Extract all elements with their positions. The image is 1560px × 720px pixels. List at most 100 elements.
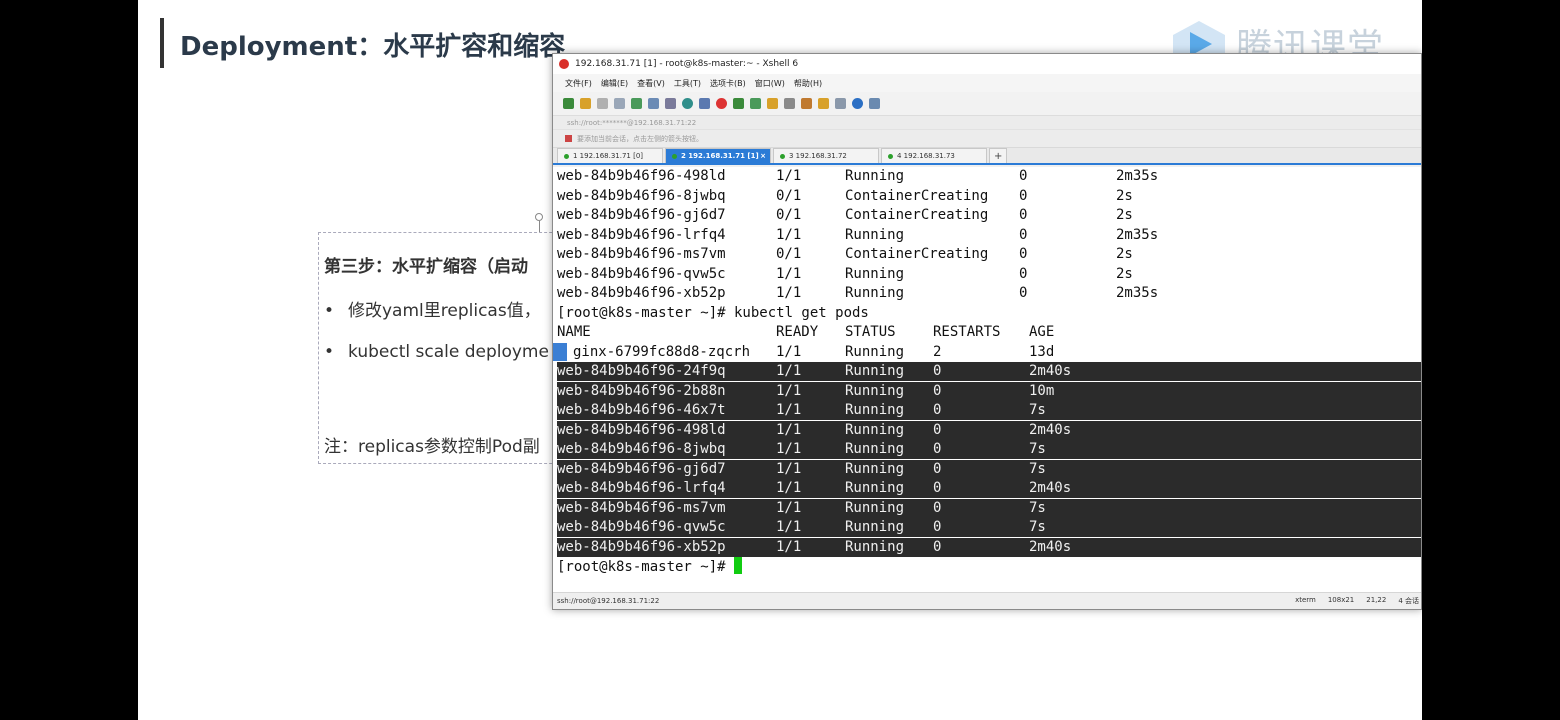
cell-restarts: 0 bbox=[1019, 265, 1028, 282]
window-title: 192.168.31.71 [1] - root@k8s-master:~ - … bbox=[575, 59, 799, 69]
cell-age: 7s bbox=[1029, 402, 1046, 418]
cell-age: AGE bbox=[1029, 324, 1055, 340]
cell-ready: 1/1 bbox=[776, 480, 802, 496]
menu-view[interactable]: 查看(V) bbox=[637, 78, 665, 89]
cell-name: web-84b9b46f96-xb52p bbox=[557, 285, 726, 301]
font-icon[interactable] bbox=[699, 98, 710, 109]
xftp-icon[interactable] bbox=[733, 98, 744, 109]
cell-name: web-84b9b46f96-46x7t bbox=[557, 402, 726, 418]
rotate-handle[interactable] bbox=[535, 213, 543, 221]
cell-restarts: 0 bbox=[933, 441, 942, 457]
cell-name: web-84b9b46f96-8jwbq bbox=[557, 187, 726, 204]
cell-restarts: 0 bbox=[1019, 285, 1028, 301]
properties-icon[interactable] bbox=[631, 98, 642, 109]
cell-restarts: 0 bbox=[933, 402, 942, 418]
cell-restarts: 0 bbox=[1019, 246, 1028, 262]
cell-status: Running bbox=[845, 363, 905, 379]
terminal-row: web-84b9b46f96-lrfq4 1/1 Running 0 2m35s bbox=[557, 226, 1421, 245]
cell-status: Running bbox=[845, 382, 905, 399]
cell-age: 7s bbox=[1029, 519, 1046, 535]
script-icon[interactable] bbox=[801, 98, 812, 109]
cell-restarts: 0 bbox=[933, 480, 942, 496]
address-bar[interactable]: ssh://root:*******@192.168.31.71:22 bbox=[553, 116, 1421, 130]
cell-name: web-84b9b46f96-ms7vm bbox=[557, 246, 726, 262]
help-icon[interactable] bbox=[852, 98, 863, 109]
bullet-item: • 修改yaml里replicas值， bbox=[324, 296, 541, 321]
cell-status: Running bbox=[845, 460, 905, 477]
cell-ready: 1/1 bbox=[776, 343, 802, 360]
xshell-window[interactable]: 192.168.31.71 [1] - root@k8s-master:~ - … bbox=[552, 53, 1422, 610]
menu-edit[interactable]: 编辑(E) bbox=[601, 78, 628, 89]
cell-restarts: 0 bbox=[933, 499, 942, 516]
cell-status: ContainerCreating bbox=[845, 207, 989, 223]
menu-file[interactable]: 文件(F) bbox=[565, 78, 592, 89]
paste-icon[interactable] bbox=[614, 98, 625, 109]
layout-icon[interactable] bbox=[835, 98, 846, 109]
hint-text: 要添加当前会话，点击左侧的箭头按钮。 bbox=[577, 134, 703, 143]
layout-icon[interactable] bbox=[665, 98, 676, 109]
compose-icon[interactable] bbox=[818, 98, 829, 109]
cell-status: Running bbox=[845, 285, 905, 301]
cell-status: Running bbox=[845, 538, 905, 555]
terminal-row: web-84b9b46f96-498ld 1/1 Running 0 2m40s bbox=[557, 420, 1421, 440]
menu-help[interactable]: 帮助(H) bbox=[794, 78, 822, 89]
cell-age: 2s bbox=[1116, 265, 1133, 282]
copy-icon[interactable] bbox=[597, 98, 608, 109]
cell-name: web-84b9b46f96-lrfq4 bbox=[557, 480, 726, 496]
cell-ready: 0/1 bbox=[776, 187, 802, 204]
new-session-icon[interactable] bbox=[563, 98, 574, 109]
cell-ready: 1/1 bbox=[776, 538, 802, 555]
terminal-row: web-84b9b46f96-xb52p 1/1 Running 0 2m40s bbox=[557, 537, 1421, 557]
terminal-output[interactable]: web-84b9b46f96-498ld 1/1 Running 0 2m35s web-… bbox=[553, 167, 1421, 594]
cell-name: web-84b9b46f96-498ld bbox=[557, 168, 726, 184]
globe-icon[interactable] bbox=[682, 98, 693, 109]
add-tab-button[interactable]: + bbox=[989, 148, 1008, 163]
bookmark-icon bbox=[565, 135, 572, 142]
table-header: NAME READY STATUS RESTARTS AGE bbox=[557, 323, 1421, 342]
hint-bar: 要添加当前会话，点击左侧的箭头按钮。 bbox=[553, 130, 1421, 148]
cell-name: web-84b9b46f96-qvw5c bbox=[557, 265, 726, 282]
cell-age: 13d bbox=[1029, 343, 1055, 360]
cell-age: 2s bbox=[1116, 187, 1133, 204]
cell-ready: 1/1 bbox=[776, 265, 802, 282]
command-line: [root@k8s-master ~]# kubectl get pods bbox=[557, 304, 869, 321]
cell-restarts: 0 bbox=[1019, 226, 1028, 243]
tab-session-4[interactable]: 4 192.168.31.73 bbox=[881, 148, 987, 163]
terminal-row: web-84b9b46f96-ms7vm 1/1 Running 0 7s bbox=[557, 498, 1421, 518]
cell-status: Running bbox=[845, 519, 905, 535]
chat-icon[interactable] bbox=[869, 98, 880, 109]
tab-session-2[interactable]: 2 192.168.31.71 [1] × bbox=[665, 148, 771, 163]
connected-dot-icon bbox=[564, 153, 569, 159]
keyboard-icon[interactable] bbox=[784, 98, 795, 109]
xshell-icon[interactable] bbox=[716, 98, 727, 109]
menu-window[interactable]: 窗口(W) bbox=[755, 78, 785, 89]
cell-name: web-84b9b46f96-xb52p bbox=[557, 538, 726, 555]
cell-age: 2m35s bbox=[1116, 285, 1159, 301]
cell-status: Running bbox=[845, 168, 905, 184]
cell-name: web-84b9b46f96-ms7vm bbox=[557, 499, 726, 516]
terminal-row: web-84b9b46f96-qvw5c 1/1 Running 0 7s bbox=[557, 518, 1421, 537]
menu-tools[interactable]: 工具(T) bbox=[674, 78, 701, 89]
terminal-row: web-84b9b46f96-8jwbq 1/1 Running 0 7s bbox=[557, 440, 1421, 459]
tab-session-1[interactable]: 1 192.168.31.71 [0] bbox=[557, 148, 663, 163]
rotate-handle-line bbox=[539, 221, 540, 232]
cell-ready: 1/1 bbox=[776, 421, 802, 438]
cell-ready: 0/1 bbox=[776, 246, 802, 262]
find-icon[interactable] bbox=[648, 98, 659, 109]
cell-status: Running bbox=[845, 265, 905, 282]
cell-status: Running bbox=[845, 480, 905, 496]
cell-ready: 1/1 bbox=[776, 499, 802, 516]
cell-restarts: 0 bbox=[1019, 207, 1028, 223]
connected-dot-icon bbox=[672, 153, 677, 159]
prompt-line[interactable]: [root@k8s-master ~]# bbox=[557, 557, 1421, 576]
lock-icon[interactable] bbox=[767, 98, 778, 109]
menu-tabs[interactable]: 选项卡(B) bbox=[710, 78, 746, 89]
tab-session-3[interactable]: 3 192.168.31.72 bbox=[773, 148, 879, 163]
terminal-row: web-84b9b46f96-xb52p 1/1 Running 0 2m35s bbox=[557, 284, 1421, 303]
status-sessions: 4 会话 bbox=[1398, 597, 1419, 605]
open-icon[interactable] bbox=[580, 98, 591, 109]
window-titlebar[interactable]: 192.168.31.71 [1] - root@k8s-master:~ - … bbox=[553, 54, 1421, 74]
cell-age: 2m40s bbox=[1029, 421, 1072, 438]
fullscreen-icon[interactable] bbox=[750, 98, 761, 109]
close-icon[interactable]: × bbox=[760, 152, 766, 160]
